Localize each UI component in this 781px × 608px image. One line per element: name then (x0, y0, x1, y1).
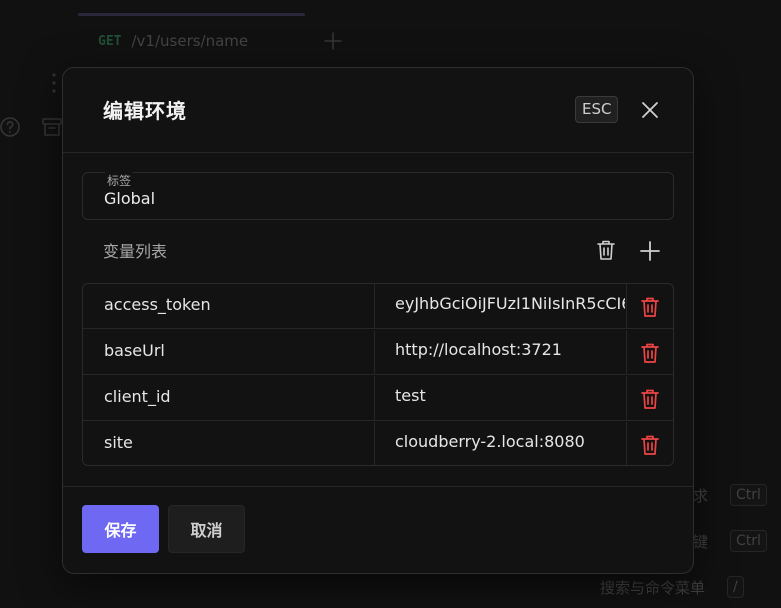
table-row: baseUrl http://localhost:3721 (83, 330, 673, 375)
delete-variable-trash-icon[interactable] (639, 387, 661, 411)
variable-key[interactable]: client_id (104, 387, 171, 406)
app-root: GET /v1/users/name 请求 Ctrl 捷键 Ctrl 搜索与命令… (0, 0, 781, 608)
variable-value[interactable]: cloudberry-2.local:8080 (395, 432, 625, 451)
label-field[interactable]: 标签 (82, 172, 674, 220)
variable-key[interactable]: site (104, 433, 133, 452)
delete-variable-trash-icon[interactable] (639, 433, 661, 457)
column-divider (626, 284, 627, 328)
label-input[interactable] (104, 189, 644, 208)
footer-divider (63, 486, 693, 487)
header-divider (63, 152, 693, 153)
variable-value[interactable]: test (395, 386, 625, 405)
variable-key[interactable]: access_token (104, 295, 211, 314)
table-row: access_token eyJhbGciOiJFUzI1NiIsInR5cCI… (83, 284, 673, 329)
table-row: client_id test (83, 376, 673, 421)
column-divider (626, 330, 627, 374)
column-divider (374, 422, 375, 465)
column-divider (374, 330, 375, 374)
save-button[interactable]: 保存 (82, 505, 159, 553)
column-divider (374, 284, 375, 328)
esc-key-badge: ESC (575, 96, 619, 123)
clear-variables-trash-icon[interactable] (595, 238, 617, 262)
dialog-title: 编辑环境 (103, 99, 187, 123)
label-field-caption: 标签 (105, 172, 134, 189)
column-divider (374, 376, 375, 420)
variables-title: 变量列表 (103, 242, 168, 261)
add-variable-plus-icon[interactable] (639, 240, 661, 262)
variable-value[interactable]: eyJhbGciOiJFUzI1NiIsInR5cCI6 (395, 294, 625, 313)
delete-variable-trash-icon[interactable] (639, 295, 661, 319)
table-row: site cloudberry-2.local:8080 (83, 422, 673, 465)
close-icon[interactable] (639, 99, 661, 121)
variables-table: access_token eyJhbGciOiJFUzI1NiIsInR5cCI… (82, 283, 674, 466)
edit-environment-dialog: 编辑环境 ESC 标签 变量列表 access_token eyJhbGciOi… (62, 67, 694, 574)
cancel-button[interactable]: 取消 (168, 505, 245, 553)
variable-value[interactable]: http://localhost:3721 (395, 340, 625, 359)
column-divider (626, 376, 627, 420)
delete-variable-trash-icon[interactable] (639, 341, 661, 365)
variable-key[interactable]: baseUrl (104, 341, 165, 360)
column-divider (626, 422, 627, 465)
